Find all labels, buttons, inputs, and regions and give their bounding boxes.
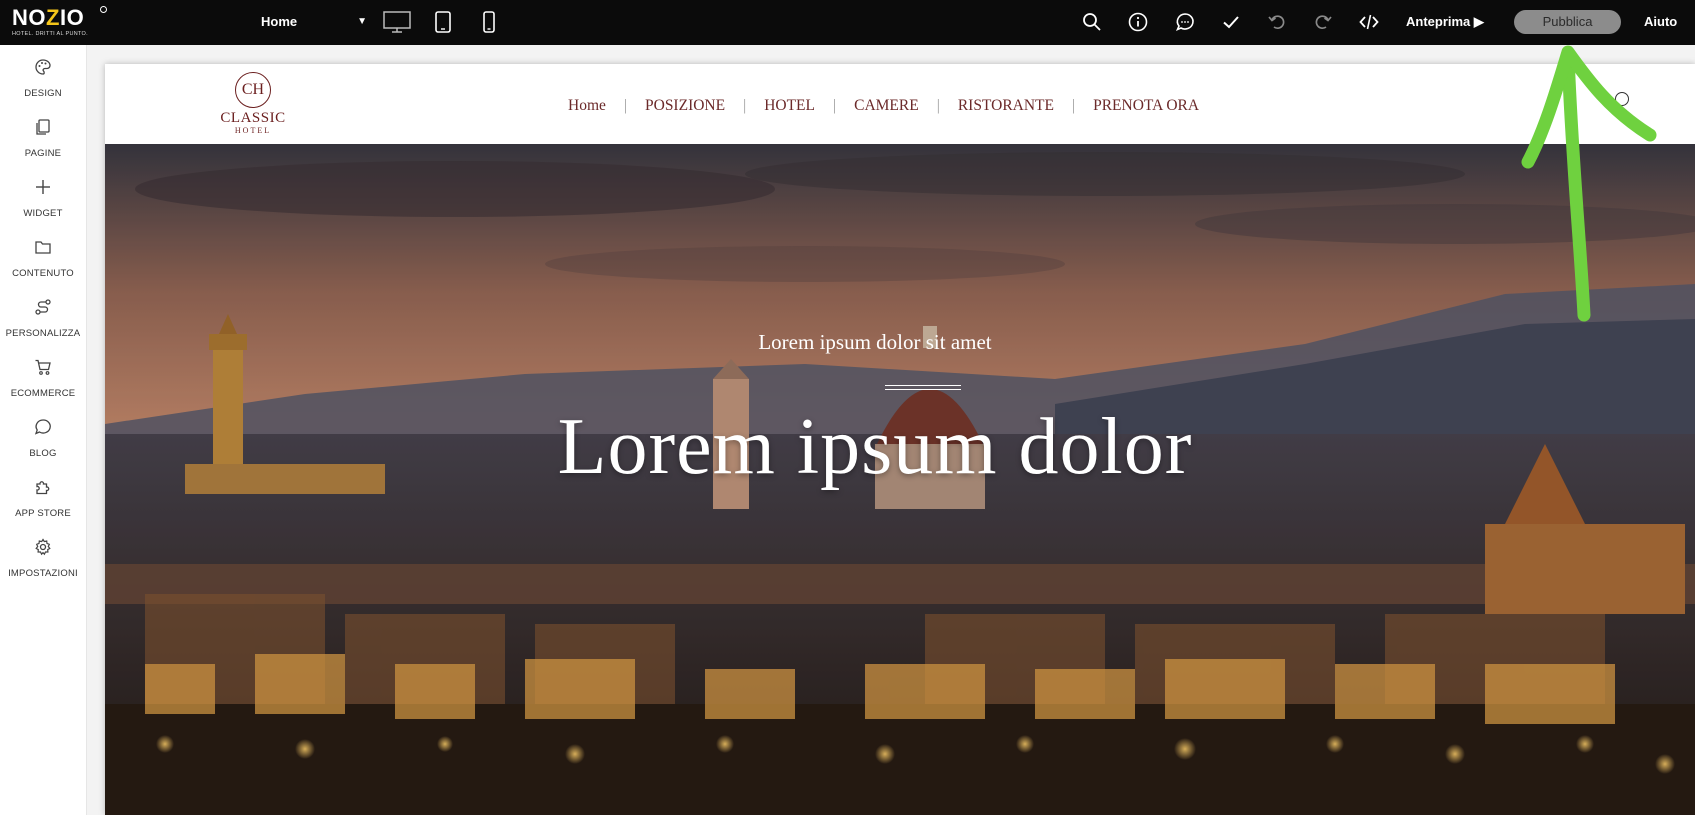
logo-subtitle: HOTEL [234, 126, 272, 135]
header-search-icon[interactable] [1615, 92, 1629, 106]
chevron-down-icon: ▼ [357, 16, 367, 27]
sidebar-item-label: ECOMMERCE [10, 388, 76, 399]
sidebar-item-personalizza[interactable]: PERSONALIZZA [0, 290, 86, 346]
logo-tagline: HOTEL. DRITTI AL PUNTO. [12, 31, 88, 37]
sidebar-item-design[interactable]: DESIGN [0, 50, 86, 106]
publish-button[interactable]: Pubblica [1514, 10, 1621, 34]
sidebar-item-contenuto[interactable]: CONTENUTO [0, 230, 86, 286]
left-sidebar: DESIGN PAGINE WIDGET CONTENUTO PERSONALI… [0, 45, 87, 815]
nav-link-prenota-ora[interactable]: PRENOTA ORA [1093, 97, 1199, 115]
help-link[interactable]: Aiuto [1644, 12, 1677, 32]
route-icon [35, 299, 51, 315]
nav-separator: | [1071, 97, 1076, 114]
nav-link-ristorante[interactable]: RISTORANTE [958, 97, 1054, 115]
comment-icon[interactable] [1174, 11, 1196, 33]
check-icon[interactable] [1220, 11, 1242, 33]
hero-divider [885, 385, 961, 390]
search-icon[interactable] [1081, 11, 1103, 33]
nav-link-hotel[interactable]: HOTEL [764, 97, 815, 115]
nav-separator: | [743, 97, 747, 114]
gear-icon [35, 538, 51, 556]
undo-icon[interactable] [1266, 11, 1288, 33]
chat-bubble-icon [34, 419, 51, 435]
website-preview[interactable]: CH CLASSIC HOTEL Home | POSIZIONE | HOTE… [105, 64, 1695, 815]
site-header: CH CLASSIC HOTEL Home | POSIZIONE | HOTE… [105, 64, 1695, 144]
logo-name: CLASSIC [220, 110, 286, 126]
sidebar-item-label: PERSONALIZZA [5, 328, 81, 339]
nav-separator: | [833, 97, 837, 114]
sidebar-item-label: WIDGET [23, 208, 63, 219]
hero-section[interactable]: Lorem ipsum dolor sit amet Lorem ipsum d… [105, 144, 1695, 815]
sidebar-item-label: CONTENUTO [12, 268, 74, 279]
desktop-icon[interactable] [383, 11, 411, 33]
top-toolbar: NOZIO HOTEL. DRITTI AL PUNTO. Home ▼ Ant… [0, 0, 1695, 45]
redo-icon[interactable] [1312, 11, 1334, 33]
nav-link-posizione[interactable]: POSIZIONE [645, 97, 725, 115]
sidebar-item-app-store[interactable]: APP STORE [0, 470, 86, 526]
page-selector[interactable]: Home ▼ [261, 10, 367, 34]
puzzle-icon [36, 481, 50, 495]
sidebar-item-label: APP STORE [15, 508, 71, 519]
sidebar-item-label: DESIGN [24, 88, 62, 99]
sidebar-item-ecommerce[interactable]: ECOMMERCE [0, 350, 86, 406]
registered-mark [100, 6, 107, 13]
plus-icon [36, 180, 50, 194]
folder-icon [35, 241, 51, 254]
sidebar-item-blog[interactable]: BLOG [0, 410, 86, 466]
sidebar-item-label: BLOG [29, 448, 57, 459]
nav-separator: | [623, 97, 627, 114]
logo-monogram: CH [235, 72, 271, 108]
info-icon[interactable] [1127, 11, 1149, 33]
sidebar-item-label: IMPOSTAZIONI [8, 568, 78, 579]
logo-wordmark: NOZIO [12, 5, 85, 30]
hero-title: Lorem ipsum dolor [557, 403, 1193, 491]
pages-icon [36, 119, 50, 135]
nav-link-camere[interactable]: CAMERE [854, 97, 919, 115]
nav-separator: | [936, 97, 940, 114]
tablet-icon[interactable] [435, 11, 451, 33]
sidebar-item-label: PAGINE [24, 148, 62, 159]
palette-icon [35, 59, 51, 75]
nav-link-home[interactable]: Home [568, 97, 606, 115]
sidebar-item-pagine[interactable]: PAGINE [0, 110, 86, 166]
hero-subtitle: Lorem ipsum dolor sit amet [758, 330, 992, 354]
nozio-logo[interactable]: NOZIO HOTEL. DRITTI AL PUNTO. [12, 5, 107, 42]
site-navigation: Home | POSIZIONE | HOTEL | CAMERE | RIST… [568, 94, 1199, 118]
cart-icon [35, 359, 51, 375]
sidebar-item-widget[interactable]: WIDGET [0, 170, 86, 226]
classic-hotel-logo[interactable]: CH CLASSIC HOTEL [215, 72, 291, 138]
code-icon[interactable] [1358, 11, 1380, 33]
mobile-icon[interactable] [483, 11, 495, 33]
sidebar-item-impostazioni[interactable]: IMPOSTAZIONI [0, 530, 86, 586]
preview-button[interactable]: Anteprima ▶ [1406, 12, 1484, 32]
page-selector-value: Home [261, 14, 298, 29]
